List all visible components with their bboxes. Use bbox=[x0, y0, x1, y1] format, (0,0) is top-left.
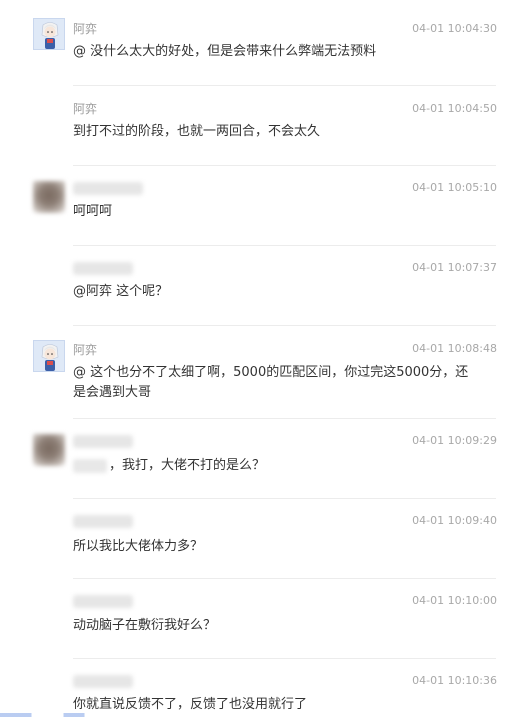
username[interactable]: 阿弈 bbox=[73, 21, 97, 37]
divider bbox=[73, 658, 496, 659]
scrollbar-hint bbox=[0, 713, 528, 717]
timestamp: 04-01 10:04:30 bbox=[412, 22, 497, 35]
timestamp: 04-01 10:09:40 bbox=[412, 514, 497, 527]
timestamp: 04-01 10:04:50 bbox=[412, 102, 497, 115]
message-text: 呵呵呵 bbox=[73, 204, 113, 219]
username-blurred[interactable] bbox=[73, 262, 133, 275]
message-text: @阿弈 这个呢？ bbox=[73, 284, 169, 299]
message-text: @ 没什么太大的好处，但是会带来什么弊端无法预料 bbox=[73, 44, 377, 59]
message-text: 动动脑子在敷衍我好么？ bbox=[73, 618, 217, 633]
timestamp: 04-01 10:10:00 bbox=[412, 594, 497, 607]
username-blurred[interactable] bbox=[73, 182, 143, 195]
divider bbox=[73, 418, 496, 419]
timestamp: 04-01 10:07:37 bbox=[412, 261, 497, 274]
message-text: 你就直说反馈不了，反馈了也没用就行了 bbox=[73, 697, 308, 712]
divider bbox=[73, 325, 496, 326]
divider bbox=[73, 245, 496, 246]
username[interactable]: 阿弈 bbox=[73, 101, 97, 117]
anime-avatar[interactable] bbox=[33, 340, 65, 372]
message-text: ，我打，大佬不打的是么？ bbox=[73, 456, 473, 476]
divider bbox=[73, 85, 496, 86]
username[interactable]: 阿弈 bbox=[73, 342, 97, 358]
anime-avatar[interactable] bbox=[33, 18, 65, 50]
message-text: 到打不过的阶段，也就一两回合，不会太久 bbox=[73, 124, 321, 139]
message-text: @ 这个也分不了太细了啊，5000的匹配区间，你过完这5000分，还是会遇到大哥 bbox=[73, 365, 469, 400]
divider bbox=[73, 165, 496, 166]
username-blurred[interactable] bbox=[73, 515, 133, 528]
blurred-avatar[interactable] bbox=[33, 434, 65, 466]
mention-blurred bbox=[73, 458, 107, 473]
username-blurred[interactable] bbox=[73, 675, 133, 688]
username-blurred[interactable] bbox=[73, 595, 133, 608]
divider bbox=[73, 498, 496, 499]
timestamp: 04-01 10:05:10 bbox=[412, 181, 497, 194]
timestamp: 04-01 10:08:48 bbox=[412, 342, 497, 355]
message-text-body: ，我打，大佬不打的是么？ bbox=[109, 458, 266, 473]
divider bbox=[73, 578, 496, 579]
username-blurred[interactable] bbox=[73, 435, 133, 448]
blurred-avatar[interactable] bbox=[33, 181, 65, 213]
timestamp: 04-01 10:09:29 bbox=[412, 434, 497, 447]
message-text: 所以我比大佬体力多？ bbox=[73, 539, 204, 554]
timestamp: 04-01 10:10:36 bbox=[412, 674, 497, 687]
